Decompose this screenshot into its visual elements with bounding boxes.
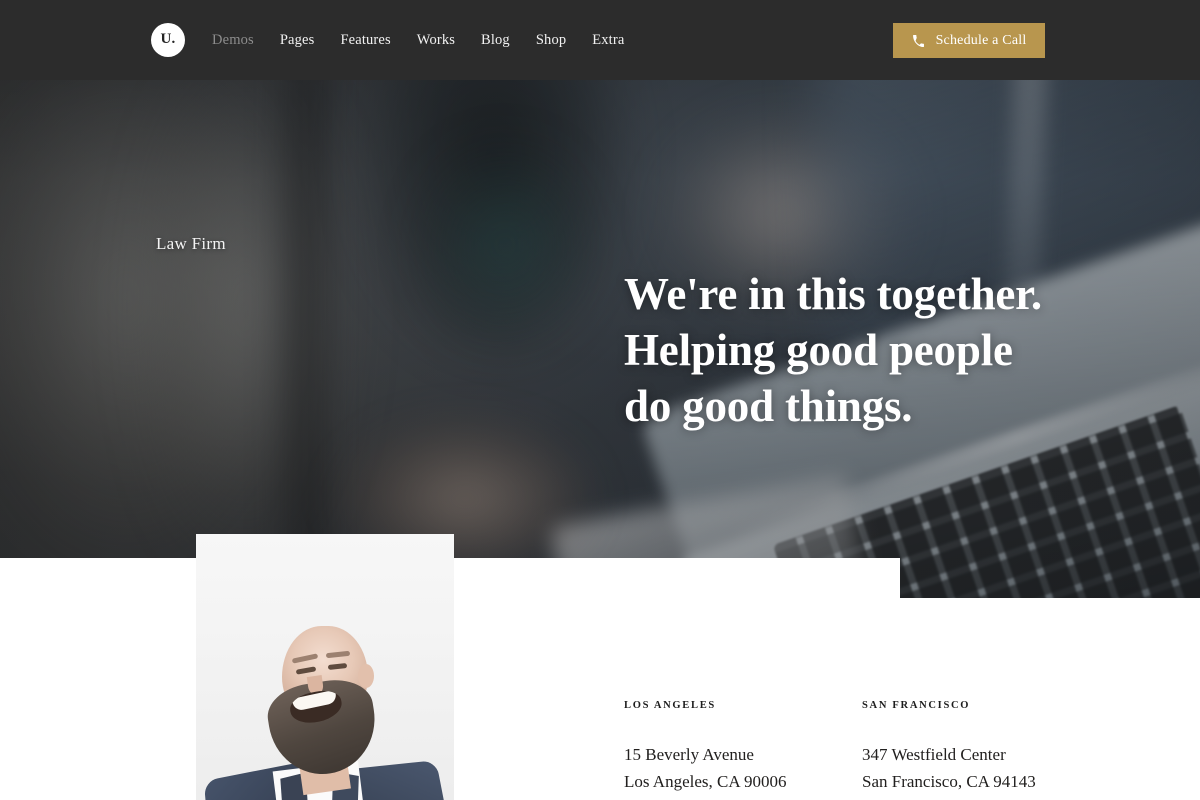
- locations-section: LOS ANGELES 15 Beverly Avenue Los Angele…: [624, 700, 1100, 795]
- location-street: 347 Westfield Center: [862, 745, 1006, 764]
- nav-item-pages[interactable]: Pages: [280, 32, 315, 49]
- nav-item-demos[interactable]: Demos: [212, 32, 254, 49]
- logo-monogram: U.: [160, 31, 176, 47]
- nav-item-works[interactable]: Works: [417, 32, 455, 49]
- hero-eyebrow: Law Firm: [156, 234, 226, 253]
- location-city-state-zip: San Francisco, CA 94143: [862, 772, 1036, 791]
- hero-headline-line-1: We're in this together.: [624, 269, 1042, 320]
- location-label: SAN FRANCISCO: [862, 700, 971, 711]
- nav-item-shop[interactable]: Shop: [536, 32, 566, 49]
- hero-section: Law Firm We're in this together. Helping…: [0, 0, 1200, 598]
- portrait-ear: [358, 664, 374, 688]
- schedule-a-call-button[interactable]: Schedule a Call: [893, 23, 1045, 58]
- site-header: U. Demos Pages Features Works Blog Shop …: [0, 0, 1200, 80]
- portrait-card: [196, 534, 454, 800]
- location-san-francisco: SAN FRANCISCO 347 Westfield Center San F…: [862, 700, 1100, 795]
- logo[interactable]: U.: [151, 23, 185, 57]
- location-label: LOS ANGELES: [624, 700, 716, 711]
- nav-item-extra[interactable]: Extra: [592, 32, 624, 49]
- nav-item-features[interactable]: Features: [340, 32, 390, 49]
- location-city-state-zip: Los Angeles, CA 90006: [624, 772, 787, 791]
- hero-headline: We're in this together. Helping good peo…: [624, 266, 1164, 434]
- main-navigation: Demos Pages Features Works Blog Shop Ext…: [212, 0, 624, 80]
- location-street: 15 Beverly Avenue: [624, 745, 754, 764]
- schedule-a-call-label: Schedule a Call: [935, 32, 1027, 48]
- nav-item-blog[interactable]: Blog: [481, 32, 510, 49]
- hero-headline-line-2: Helping good people: [624, 325, 1013, 376]
- location-los-angeles: LOS ANGELES 15 Beverly Avenue Los Angele…: [624, 700, 862, 795]
- phone-icon: [912, 35, 924, 47]
- hero-headline-line-3: do good things.: [624, 381, 913, 432]
- page-root: Law Firm We're in this together. Helping…: [0, 0, 1200, 800]
